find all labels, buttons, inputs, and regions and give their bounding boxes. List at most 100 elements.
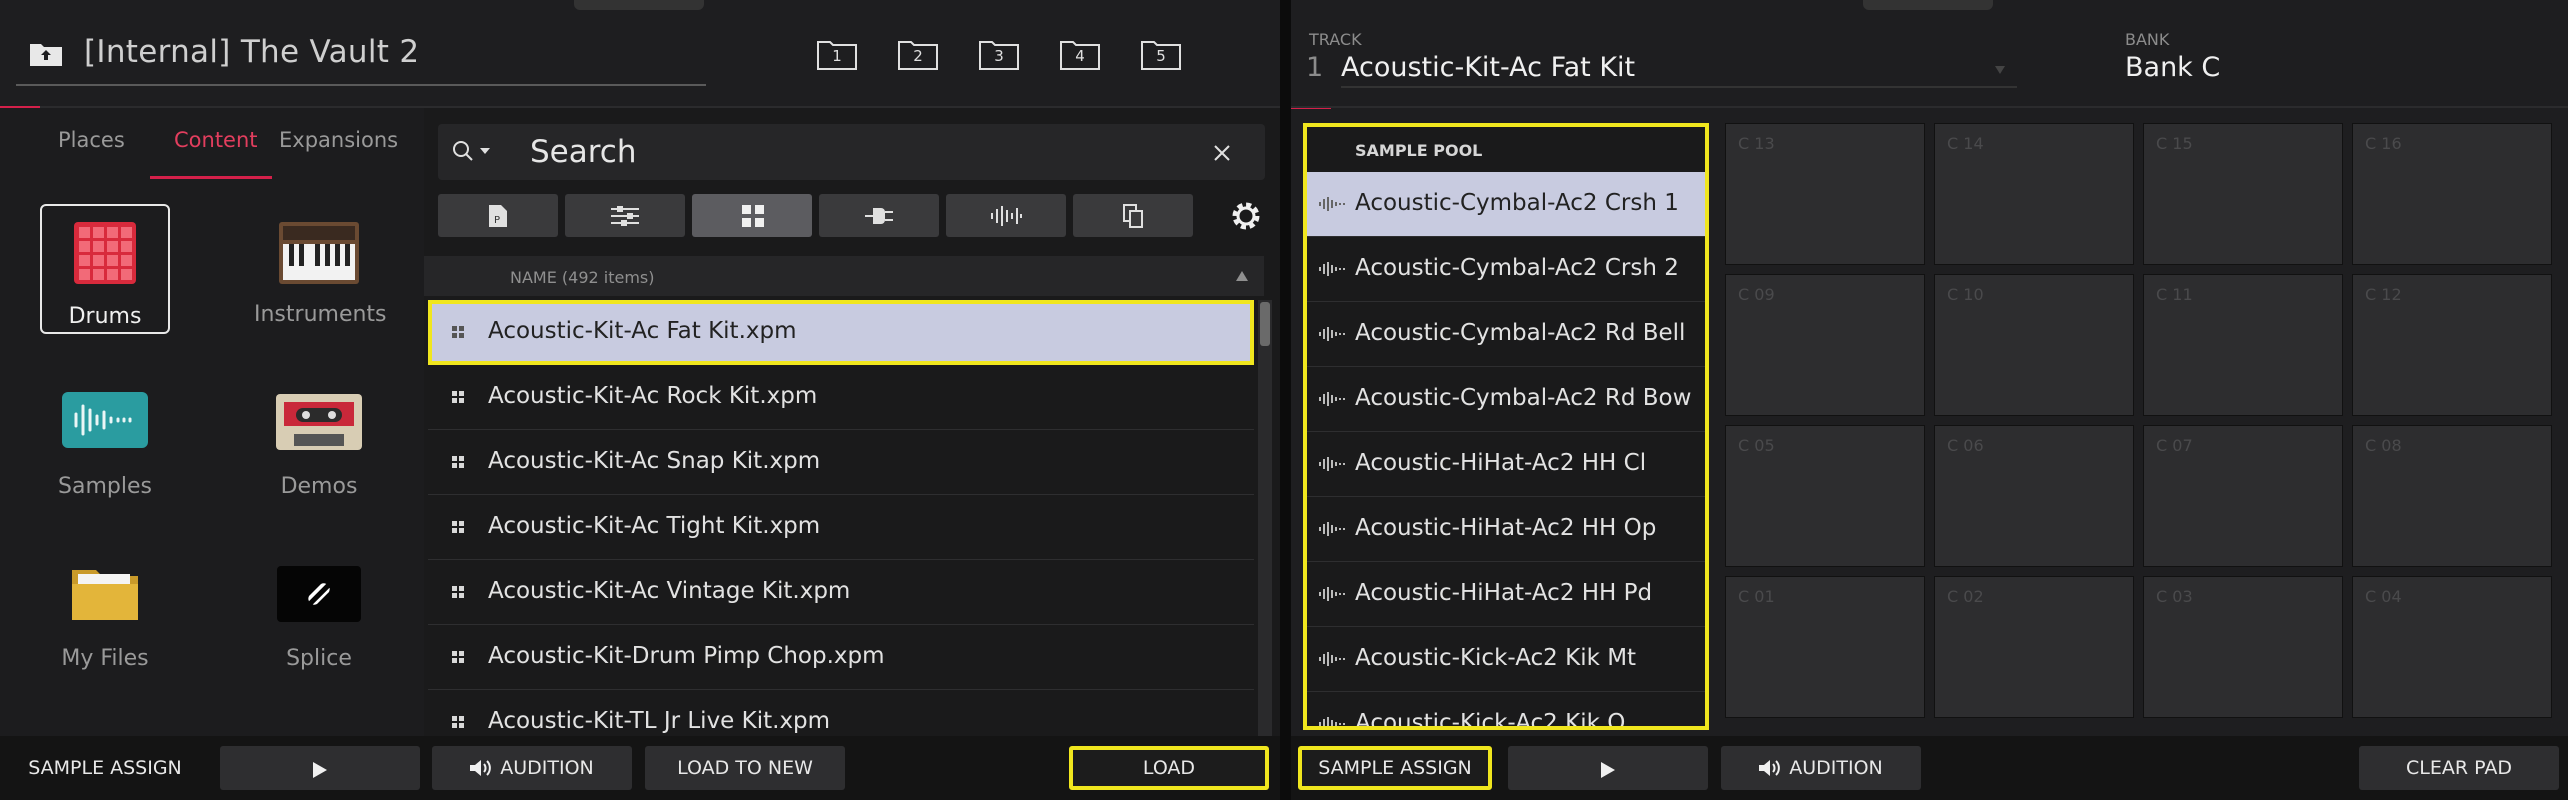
filter-all-button[interactable] <box>1073 194 1193 237</box>
path-bar[interactable]: [Internal] The Vault 2 <box>16 20 706 86</box>
folder-shortcut-2[interactable]: 2 <box>898 38 938 70</box>
category-instruments[interactable]: Instruments <box>254 204 387 334</box>
sample-assign-button[interactable]: SAMPLE ASSIGN <box>1298 746 1492 790</box>
load-to-new-track-button[interactable]: LOAD TO NEW TRACK <box>645 746 845 790</box>
pad-label: C 11 <box>2156 285 2193 304</box>
pad-c04[interactable]: C 04 <box>2352 576 2552 718</box>
speaker-icon <box>470 760 492 776</box>
chevron-down-icon[interactable] <box>1995 66 2005 74</box>
sample-name: Acoustic-Kick-Ac2 Kik Mt <box>1355 645 1637 671</box>
pad-c10[interactable]: C 10 <box>1934 274 2134 416</box>
pad-c16[interactable]: C 16 <box>2352 123 2552 265</box>
category-splice[interactable]: Splice <box>254 548 384 678</box>
tab-content[interactable]: Content <box>174 128 258 152</box>
pad-c11[interactable]: C 11 <box>2143 274 2343 416</box>
scroll-thumb[interactable] <box>1260 302 1270 346</box>
sample-item[interactable]: Acoustic-Cymbal-Ac2 Crsh 1 <box>1307 172 1705 237</box>
pull-tab[interactable] <box>574 0 704 10</box>
pad-c12[interactable]: C 12 <box>2352 274 2552 416</box>
pull-tab[interactable] <box>1863 0 1993 10</box>
sample-item[interactable]: Acoustic-HiHat-Ac2 HH Op <box>1307 497 1705 562</box>
sample-item[interactable]: Acoustic-Kick-Ac2 Kik O <box>1307 692 1705 726</box>
bank-name[interactable]: Bank C <box>2125 52 2220 83</box>
speaker-icon <box>1759 760 1781 776</box>
gear-icon[interactable] <box>1228 198 1264 234</box>
pad-c02[interactable]: C 02 <box>1934 576 2134 718</box>
audition-button[interactable]: AUDITION <box>1721 746 1921 790</box>
pad-label: C 08 <box>2365 436 2402 455</box>
list-item[interactable]: Acoustic-Kit-Drum Pimp Chop.xpm <box>428 625 1254 690</box>
sample-name: Acoustic-HiHat-Ac2 HH Pd <box>1355 580 1653 606</box>
category-samples[interactable]: Samples <box>40 376 170 506</box>
tab-places[interactable]: Places <box>58 128 125 152</box>
search-icon[interactable] <box>452 140 496 164</box>
pad-c03[interactable]: C 03 <box>2143 576 2343 718</box>
list-item[interactable]: Acoustic-Kit-Ac Rock Kit.xpm <box>428 365 1254 430</box>
sample-item[interactable]: Acoustic-Cymbal-Ac2 Crsh 2 <box>1307 237 1705 302</box>
category-label: Splice <box>286 646 352 671</box>
filter-sample-button[interactable] <box>946 194 1066 237</box>
folder-up-icon[interactable] <box>30 42 62 66</box>
screen-divider <box>1280 0 1291 800</box>
filter-program-button[interactable] <box>692 194 812 237</box>
pad-c07[interactable]: C 07 <box>2143 425 2343 567</box>
list-item[interactable]: Acoustic-Kit-Ac Tight Kit.xpm <box>428 495 1254 560</box>
category-drums[interactable]: Drums <box>40 204 170 334</box>
active-tab-indicator <box>150 176 272 179</box>
play-button[interactable] <box>1508 746 1708 790</box>
waveform-icon <box>1319 587 1345 601</box>
pad-c13[interactable]: C 13 <box>1725 123 1925 265</box>
play-icon <box>313 762 327 778</box>
pad-c01[interactable]: C 01 <box>1725 576 1925 718</box>
sample-assign-button[interactable]: SAMPLE ASSIGN <box>10 746 200 790</box>
pad-c08[interactable]: C 08 <box>2352 425 2552 567</box>
sample-name: Acoustic-HiHat-Ac2 HH Cl <box>1355 450 1647 476</box>
sort-ascending-icon[interactable] <box>1236 271 1248 281</box>
list-item[interactable]: Acoustic-Kit-Ac Snap Kit.xpm <box>428 430 1254 495</box>
pad-label: C 16 <box>2365 134 2402 153</box>
folder-shortcut-4[interactable]: 4 <box>1060 38 1100 70</box>
pad-label: C 10 <box>1947 285 1984 304</box>
waveform-icon <box>1319 197 1345 211</box>
load-button[interactable]: LOAD <box>1069 746 1269 790</box>
close-icon[interactable] <box>1213 144 1231 162</box>
pad-c06[interactable]: C 06 <box>1934 425 2134 567</box>
folder-shortcut-3[interactable]: 3 <box>979 38 1019 70</box>
cassette-icon <box>276 394 362 450</box>
filter-plugin-button[interactable] <box>819 194 939 237</box>
pad-c05[interactable]: C 05 <box>1725 425 1925 567</box>
pad-c09[interactable]: C 09 <box>1725 274 1925 416</box>
list-header[interactable]: NAME (492 items) <box>424 256 1264 296</box>
file-name: Acoustic-Kit-Ac Rock Kit.xpm <box>488 383 818 409</box>
sample-item[interactable]: Acoustic-Kick-Ac2 Kik Mt <box>1307 627 1705 692</box>
sample-item[interactable]: Acoustic-HiHat-Ac2 HH Pd <box>1307 562 1705 627</box>
clear-pad-button[interactable]: CLEAR PAD <box>2359 746 2559 790</box>
list-item[interactable]: Acoustic-Kit-Ac Fat Kit.xpm <box>428 300 1254 365</box>
folder-shortcut-5[interactable]: 5 <box>1141 38 1181 70</box>
sample-item[interactable]: Acoustic-Cymbal-Ac2 Rd Bow <box>1307 367 1705 432</box>
category-demos[interactable]: Demos <box>254 376 384 506</box>
tab-expansions[interactable]: Expansions <box>279 128 398 152</box>
program-grid-icon <box>742 205 764 227</box>
play-button[interactable] <box>220 746 420 790</box>
sample-name: Acoustic-Cymbal-Ac2 Rd Bell <box>1355 320 1686 346</box>
filter-project-button[interactable]: P <box>438 194 558 237</box>
sample-name: Acoustic-HiHat-Ac2 HH Op <box>1355 515 1657 541</box>
search-input[interactable]: Search <box>438 124 1265 180</box>
waveform-icon <box>991 206 1022 226</box>
track-name[interactable]: Acoustic-Kit-Ac Fat Kit <box>1341 52 1635 83</box>
sample-item[interactable]: Acoustic-Cymbal-Ac2 Rd Bell <box>1307 302 1705 367</box>
pad-c14[interactable]: C 14 <box>1934 123 2134 265</box>
filter-sequence-button[interactable] <box>565 194 685 237</box>
browser-screen: [Internal] The Vault 2 1 2 3 4 5 Places … <box>0 0 1280 800</box>
waveform-icon <box>1319 717 1345 726</box>
pad-c15[interactable]: C 15 <box>2143 123 2343 265</box>
list-scrollbar[interactable] <box>1258 300 1272 736</box>
folder-shortcut-1[interactable]: 1 <box>817 38 857 70</box>
sample-item[interactable]: Acoustic-HiHat-Ac2 HH Cl <box>1307 432 1705 497</box>
list-item[interactable]: Acoustic-Kit-Ac Vintage Kit.xpm <box>428 560 1254 625</box>
category-my-files[interactable]: My Files <box>40 548 170 678</box>
svg-text:P: P <box>494 215 500 226</box>
track-label: TRACK <box>1309 30 1362 49</box>
audition-button[interactable]: AUDITION <box>432 746 632 790</box>
